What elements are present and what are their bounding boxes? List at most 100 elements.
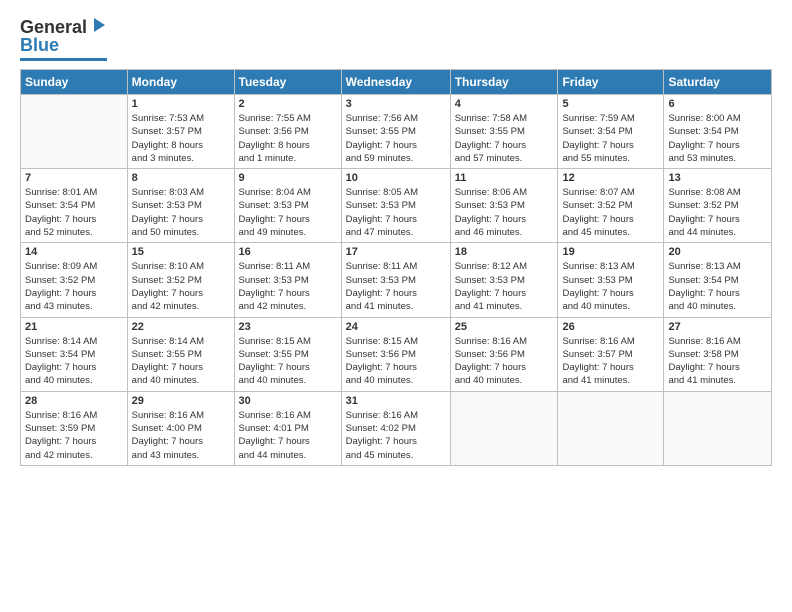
day-number: 29	[132, 395, 230, 407]
day-number: 11	[455, 172, 554, 184]
day-info: Sunrise: 8:01 AM Sunset: 3:54 PM Dayligh…	[25, 186, 123, 239]
day-info: Sunrise: 8:16 AM Sunset: 4:01 PM Dayligh…	[239, 409, 337, 462]
day-number: 25	[455, 321, 554, 333]
day-number: 22	[132, 321, 230, 333]
day-info: Sunrise: 7:58 AM Sunset: 3:55 PM Dayligh…	[455, 112, 554, 165]
empty-cell	[450, 391, 558, 465]
empty-cell	[664, 391, 772, 465]
calendar-day-cell: 20 Sunrise: 8:13 AM Sunset: 3:54 PM Dayli…	[664, 243, 772, 317]
calendar-day-cell: 22 Sunrise: 8:14 AM Sunset: 3:55 PM Dayli…	[127, 317, 234, 391]
day-number: 21	[25, 321, 123, 333]
weekday-header-thursday: Thursday	[450, 70, 558, 95]
day-number: 17	[346, 246, 446, 258]
day-info: Sunrise: 8:06 AM Sunset: 3:53 PM Dayligh…	[455, 186, 554, 239]
calendar-day-cell: 13Sunrise: 8:08 AM Sunset: 3:52 PM Dayli…	[664, 169, 772, 243]
day-number: 6	[668, 98, 767, 110]
calendar-table: SundayMondayTuesdayWednesdayThursdayFrid…	[20, 69, 772, 466]
day-number: 14	[25, 246, 123, 258]
day-info: Sunrise: 8:03 AM Sunset: 3:53 PM Dayligh…	[132, 186, 230, 239]
calendar-week-row: 14 Sunrise: 8:09 AM Sunset: 3:52 PM Dayli…	[21, 243, 772, 317]
day-number: 16	[239, 246, 337, 258]
calendar-week-row: 1 Sunrise: 7:53 AM Sunset: 3:57 PM Daylig…	[21, 95, 772, 169]
calendar-page: General Blue SundayMondayTuesdayWednesda…	[0, 0, 792, 612]
day-number: 5	[562, 98, 659, 110]
day-info: Sunrise: 7:55 AM Sunset: 3:56 PM Dayligh…	[239, 112, 337, 165]
calendar-day-cell: 5 Sunrise: 7:59 AM Sunset: 3:54 PM Daylig…	[558, 95, 664, 169]
calendar-day-cell: 30 Sunrise: 8:16 AM Sunset: 4:01 PM Dayli…	[234, 391, 341, 465]
calendar-day-cell: 17 Sunrise: 8:11 AM Sunset: 3:53 PM Dayli…	[341, 243, 450, 317]
logo: General Blue	[20, 16, 107, 61]
logo-underline	[20, 58, 107, 61]
day-info: Sunrise: 8:16 AM Sunset: 3:59 PM Dayligh…	[25, 409, 123, 462]
weekday-header-wednesday: Wednesday	[341, 70, 450, 95]
calendar-day-cell: 2 Sunrise: 7:55 AM Sunset: 3:56 PM Daylig…	[234, 95, 341, 169]
day-number: 15	[132, 246, 230, 258]
calendar-day-cell: 28 Sunrise: 8:16 AM Sunset: 3:59 PM Dayli…	[21, 391, 128, 465]
calendar-day-cell: 12Sunrise: 8:07 AM Sunset: 3:52 PM Dayli…	[558, 169, 664, 243]
calendar-day-cell: 9 Sunrise: 8:04 AM Sunset: 3:53 PM Daylig…	[234, 169, 341, 243]
day-info: Sunrise: 8:10 AM Sunset: 3:52 PM Dayligh…	[132, 260, 230, 313]
calendar-day-cell: 19 Sunrise: 8:13 AM Sunset: 3:53 PM Dayli…	[558, 243, 664, 317]
day-info: Sunrise: 8:11 AM Sunset: 3:53 PM Dayligh…	[346, 260, 446, 313]
day-number: 30	[239, 395, 337, 407]
day-info: Sunrise: 8:16 AM Sunset: 3:57 PM Dayligh…	[562, 335, 659, 388]
calendar-day-cell: 27 Sunrise: 8:16 AM Sunset: 3:58 PM Dayli…	[664, 317, 772, 391]
day-info: Sunrise: 8:15 AM Sunset: 3:55 PM Dayligh…	[239, 335, 337, 388]
day-info: Sunrise: 8:00 AM Sunset: 3:54 PM Dayligh…	[668, 112, 767, 165]
weekday-header-saturday: Saturday	[664, 70, 772, 95]
calendar-day-cell: 21 Sunrise: 8:14 AM Sunset: 3:54 PM Dayli…	[21, 317, 128, 391]
day-number: 4	[455, 98, 554, 110]
day-number: 27	[668, 321, 767, 333]
calendar-day-cell: 3Sunrise: 7:56 AM Sunset: 3:55 PM Daylig…	[341, 95, 450, 169]
day-number: 23	[239, 321, 337, 333]
day-info: Sunrise: 8:16 AM Sunset: 3:56 PM Dayligh…	[455, 335, 554, 388]
day-info: Sunrise: 7:53 AM Sunset: 3:57 PM Dayligh…	[132, 112, 230, 165]
day-number: 26	[562, 321, 659, 333]
weekday-header-tuesday: Tuesday	[234, 70, 341, 95]
calendar-day-cell: 18 Sunrise: 8:12 AM Sunset: 3:53 PM Dayli…	[450, 243, 558, 317]
calendar-day-cell: 15 Sunrise: 8:10 AM Sunset: 3:52 PM Dayli…	[127, 243, 234, 317]
day-info: Sunrise: 8:12 AM Sunset: 3:53 PM Dayligh…	[455, 260, 554, 313]
day-number: 3	[346, 98, 446, 110]
day-info: Sunrise: 7:59 AM Sunset: 3:54 PM Dayligh…	[562, 112, 659, 165]
calendar-day-cell: 6 Sunrise: 8:00 AM Sunset: 3:54 PM Daylig…	[664, 95, 772, 169]
day-number: 1	[132, 98, 230, 110]
calendar-day-cell: 31 Sunrise: 8:16 AM Sunset: 4:02 PM Dayli…	[341, 391, 450, 465]
day-info: Sunrise: 8:15 AM Sunset: 3:56 PM Dayligh…	[346, 335, 446, 388]
day-info: Sunrise: 8:13 AM Sunset: 3:53 PM Dayligh…	[562, 260, 659, 313]
calendar-week-row: 21 Sunrise: 8:14 AM Sunset: 3:54 PM Dayli…	[21, 317, 772, 391]
calendar-day-cell: 16 Sunrise: 8:11 AM Sunset: 3:53 PM Dayli…	[234, 243, 341, 317]
day-number: 18	[455, 246, 554, 258]
day-info: Sunrise: 8:16 AM Sunset: 3:58 PM Dayligh…	[668, 335, 767, 388]
calendar-day-cell: 11 Sunrise: 8:06 AM Sunset: 3:53 PM Dayli…	[450, 169, 558, 243]
weekday-header-sunday: Sunday	[21, 70, 128, 95]
calendar-day-cell: 14 Sunrise: 8:09 AM Sunset: 3:52 PM Dayli…	[21, 243, 128, 317]
day-info: Sunrise: 8:14 AM Sunset: 3:55 PM Dayligh…	[132, 335, 230, 388]
day-info: Sunrise: 8:16 AM Sunset: 4:02 PM Dayligh…	[346, 409, 446, 462]
calendar-week-row: 7 Sunrise: 8:01 AM Sunset: 3:54 PM Daylig…	[21, 169, 772, 243]
logo-triangle-icon	[89, 16, 107, 34]
calendar-day-cell: 1 Sunrise: 7:53 AM Sunset: 3:57 PM Daylig…	[127, 95, 234, 169]
calendar-day-cell: 7 Sunrise: 8:01 AM Sunset: 3:54 PM Daylig…	[21, 169, 128, 243]
day-number: 20	[668, 246, 767, 258]
day-info: Sunrise: 8:14 AM Sunset: 3:54 PM Dayligh…	[25, 335, 123, 388]
day-number: 31	[346, 395, 446, 407]
day-info: Sunrise: 8:07 AM Sunset: 3:52 PM Dayligh…	[562, 186, 659, 239]
day-number: 9	[239, 172, 337, 184]
day-info: Sunrise: 8:05 AM Sunset: 3:53 PM Dayligh…	[346, 186, 446, 239]
weekday-header-monday: Monday	[127, 70, 234, 95]
day-number: 19	[562, 246, 659, 258]
day-info: Sunrise: 8:13 AM Sunset: 3:54 PM Dayligh…	[668, 260, 767, 313]
day-number: 8	[132, 172, 230, 184]
calendar-day-cell: 29 Sunrise: 8:16 AM Sunset: 4:00 PM Dayli…	[127, 391, 234, 465]
day-info: Sunrise: 8:11 AM Sunset: 3:53 PM Dayligh…	[239, 260, 337, 313]
day-info: Sunrise: 8:09 AM Sunset: 3:52 PM Dayligh…	[25, 260, 123, 313]
day-info: Sunrise: 8:16 AM Sunset: 4:00 PM Dayligh…	[132, 409, 230, 462]
day-number: 2	[239, 98, 337, 110]
day-number: 7	[25, 172, 123, 184]
calendar-day-cell: 10Sunrise: 8:05 AM Sunset: 3:53 PM Dayli…	[341, 169, 450, 243]
weekday-header-friday: Friday	[558, 70, 664, 95]
calendar-day-cell: 23 Sunrise: 8:15 AM Sunset: 3:55 PM Dayli…	[234, 317, 341, 391]
day-number: 28	[25, 395, 123, 407]
day-info: Sunrise: 8:04 AM Sunset: 3:53 PM Dayligh…	[239, 186, 337, 239]
